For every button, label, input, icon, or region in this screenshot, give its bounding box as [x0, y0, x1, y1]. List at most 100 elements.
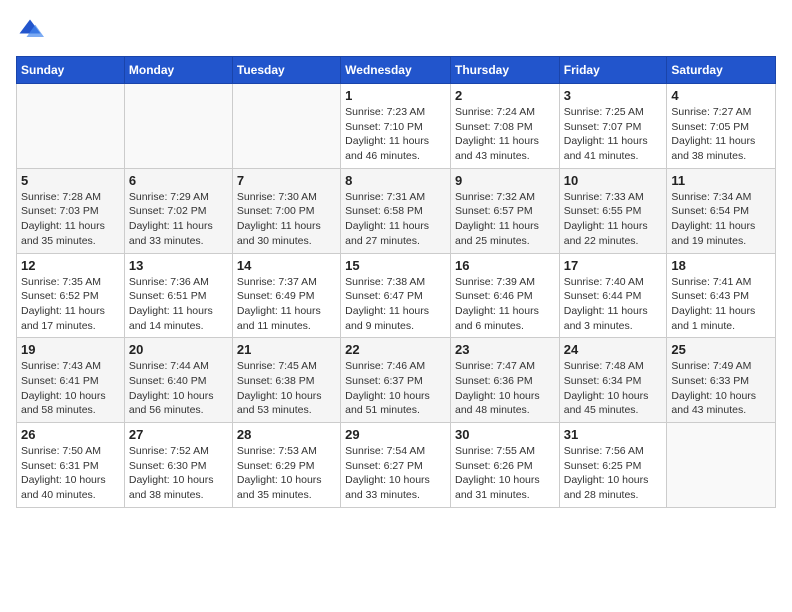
day-info: Sunrise: 7:33 AM Sunset: 6:55 PM Dayligh… [564, 190, 663, 249]
day-cell: 5 Sunrise: 7:28 AM Sunset: 7:03 PM Daylig… [17, 168, 125, 253]
day-header: Tuesday [232, 57, 340, 84]
day-info: Sunrise: 7:46 AM Sunset: 6:37 PM Dayligh… [345, 359, 446, 418]
day-info: Sunrise: 7:43 AM Sunset: 6:41 PM Dayligh… [21, 359, 120, 418]
day-number: 12 [21, 258, 120, 273]
logo-icon [16, 16, 44, 44]
day-info: Sunrise: 7:32 AM Sunset: 6:57 PM Dayligh… [455, 190, 555, 249]
day-cell: 16Sunrise: 7:39 AM Sunset: 6:46 PM Dayli… [450, 253, 559, 338]
day-info: Sunrise: 7:28 AM Sunset: 7:03 PM Dayligh… [21, 190, 120, 249]
day-info: Sunrise: 7:56 AM Sunset: 6:25 PM Dayligh… [564, 444, 663, 503]
day-cell: 14 Sunrise: 7:37 AM Sunset: 6:49 PM Dayli… [232, 253, 340, 338]
header-row: SundayMondayTuesdayWednesdayThursdayFrid… [17, 57, 776, 84]
day-number: 24 [564, 342, 663, 357]
day-number: 31 [564, 427, 663, 442]
day-cell: 29 Sunrise: 7:54 AM Sunset: 6:27 PM Dayli… [341, 423, 451, 508]
day-info: Sunrise: 7:41 AM Sunset: 6:43 PM Dayligh… [671, 275, 771, 334]
day-cell: 26 Sunrise: 7:50 AM Sunset: 6:31 PM Dayli… [17, 423, 125, 508]
day-header: Wednesday [341, 57, 451, 84]
day-number: 17 [564, 258, 663, 273]
day-info: Sunrise: 7:54 AM Sunset: 6:27 PM Dayligh… [345, 444, 446, 503]
day-info: Sunrise: 7:25 AM Sunset: 7:07 PM Dayligh… [564, 105, 663, 164]
day-cell: 3Sunrise: 7:25 AM Sunset: 7:07 PM Daylig… [559, 84, 667, 169]
day-cell: 1Sunrise: 7:23 AM Sunset: 7:10 PM Daylig… [341, 84, 451, 169]
day-cell: 31 Sunrise: 7:56 AM Sunset: 6:25 PM Dayli… [559, 423, 667, 508]
day-info: Sunrise: 7:27 AM Sunset: 7:05 PM Dayligh… [671, 105, 771, 164]
day-cell: 28 Sunrise: 7:53 AM Sunset: 6:29 PM Dayli… [232, 423, 340, 508]
day-number: 13 [129, 258, 228, 273]
day-cell: 13Sunrise: 7:36 AM Sunset: 6:51 PM Dayli… [124, 253, 232, 338]
week-row: 12 Sunrise: 7:35 AM Sunset: 6:52 PM Dayli… [17, 253, 776, 338]
day-cell: 22 Sunrise: 7:46 AM Sunset: 6:37 PM Dayli… [341, 338, 451, 423]
day-number: 21 [237, 342, 336, 357]
day-info: Sunrise: 7:24 AM Sunset: 7:08 PM Dayligh… [455, 105, 555, 164]
day-cell: 24Sunrise: 7:48 AM Sunset: 6:34 PM Dayli… [559, 338, 667, 423]
week-row: 19 Sunrise: 7:43 AM Sunset: 6:41 PM Dayli… [17, 338, 776, 423]
day-info: Sunrise: 7:44 AM Sunset: 6:40 PM Dayligh… [129, 359, 228, 418]
week-row: 5 Sunrise: 7:28 AM Sunset: 7:03 PM Daylig… [17, 168, 776, 253]
day-number: 30 [455, 427, 555, 442]
day-number: 5 [21, 173, 120, 188]
day-cell: 7 Sunrise: 7:30 AM Sunset: 7:00 PM Daylig… [232, 168, 340, 253]
day-info: Sunrise: 7:38 AM Sunset: 6:47 PM Dayligh… [345, 275, 446, 334]
day-header: Monday [124, 57, 232, 84]
day-number: 19 [21, 342, 120, 357]
day-info: Sunrise: 7:52 AM Sunset: 6:30 PM Dayligh… [129, 444, 228, 503]
day-cell: 11 Sunrise: 7:34 AM Sunset: 6:54 PM Dayli… [667, 168, 776, 253]
day-number: 10 [564, 173, 663, 188]
day-cell [667, 423, 776, 508]
day-header: Friday [559, 57, 667, 84]
day-info: Sunrise: 7:29 AM Sunset: 7:02 PM Dayligh… [129, 190, 228, 249]
day-info: Sunrise: 7:35 AM Sunset: 6:52 PM Dayligh… [21, 275, 120, 334]
day-number: 16 [455, 258, 555, 273]
logo [16, 16, 48, 44]
day-info: Sunrise: 7:30 AM Sunset: 7:00 PM Dayligh… [237, 190, 336, 249]
day-cell: 9 Sunrise: 7:32 AM Sunset: 6:57 PM Daylig… [450, 168, 559, 253]
day-info: Sunrise: 7:45 AM Sunset: 6:38 PM Dayligh… [237, 359, 336, 418]
day-number: 11 [671, 173, 771, 188]
day-number: 14 [237, 258, 336, 273]
day-number: 29 [345, 427, 446, 442]
day-cell: 8 Sunrise: 7:31 AM Sunset: 6:58 PM Daylig… [341, 168, 451, 253]
day-number: 26 [21, 427, 120, 442]
day-info: Sunrise: 7:23 AM Sunset: 7:10 PM Dayligh… [345, 105, 446, 164]
day-info: Sunrise: 7:31 AM Sunset: 6:58 PM Dayligh… [345, 190, 446, 249]
day-number: 22 [345, 342, 446, 357]
day-cell: 18 Sunrise: 7:41 AM Sunset: 6:43 PM Dayli… [667, 253, 776, 338]
day-cell: 21 Sunrise: 7:45 AM Sunset: 6:38 PM Dayli… [232, 338, 340, 423]
day-number: 23 [455, 342, 555, 357]
day-cell [17, 84, 125, 169]
day-cell: 27 Sunrise: 7:52 AM Sunset: 6:30 PM Dayli… [124, 423, 232, 508]
day-info: Sunrise: 7:34 AM Sunset: 6:54 PM Dayligh… [671, 190, 771, 249]
day-number: 18 [671, 258, 771, 273]
week-row: 26 Sunrise: 7:50 AM Sunset: 6:31 PM Dayli… [17, 423, 776, 508]
day-cell: 25Sunrise: 7:49 AM Sunset: 6:33 PM Dayli… [667, 338, 776, 423]
day-number: 27 [129, 427, 228, 442]
day-number: 28 [237, 427, 336, 442]
day-cell: 17 Sunrise: 7:40 AM Sunset: 6:44 PM Dayli… [559, 253, 667, 338]
day-number: 8 [345, 173, 446, 188]
day-info: Sunrise: 7:53 AM Sunset: 6:29 PM Dayligh… [237, 444, 336, 503]
day-info: Sunrise: 7:47 AM Sunset: 6:36 PM Dayligh… [455, 359, 555, 418]
day-number: 4 [671, 88, 771, 103]
day-cell: 12 Sunrise: 7:35 AM Sunset: 6:52 PM Dayli… [17, 253, 125, 338]
day-info: Sunrise: 7:37 AM Sunset: 6:49 PM Dayligh… [237, 275, 336, 334]
calendar-table: SundayMondayTuesdayWednesdayThursdayFrid… [16, 56, 776, 508]
day-header: Saturday [667, 57, 776, 84]
day-number: 20 [129, 342, 228, 357]
day-cell: 30 Sunrise: 7:55 AM Sunset: 6:26 PM Dayli… [450, 423, 559, 508]
day-cell: 20 Sunrise: 7:44 AM Sunset: 6:40 PM Dayli… [124, 338, 232, 423]
day-number: 2 [455, 88, 555, 103]
day-cell: 15Sunrise: 7:38 AM Sunset: 6:47 PM Dayli… [341, 253, 451, 338]
day-number: 7 [237, 173, 336, 188]
page-header [16, 16, 776, 44]
day-cell: 19 Sunrise: 7:43 AM Sunset: 6:41 PM Dayli… [17, 338, 125, 423]
day-cell: 23 Sunrise: 7:47 AM Sunset: 6:36 PM Dayli… [450, 338, 559, 423]
day-cell: 2 Sunrise: 7:24 AM Sunset: 7:08 PM Daylig… [450, 84, 559, 169]
day-cell: 6Sunrise: 7:29 AM Sunset: 7:02 PM Daylig… [124, 168, 232, 253]
day-cell: 4 Sunrise: 7:27 AM Sunset: 7:05 PM Daylig… [667, 84, 776, 169]
day-header: Thursday [450, 57, 559, 84]
day-number: 9 [455, 173, 555, 188]
day-info: Sunrise: 7:55 AM Sunset: 6:26 PM Dayligh… [455, 444, 555, 503]
day-info: Sunrise: 7:40 AM Sunset: 6:44 PM Dayligh… [564, 275, 663, 334]
day-info: Sunrise: 7:50 AM Sunset: 6:31 PM Dayligh… [21, 444, 120, 503]
